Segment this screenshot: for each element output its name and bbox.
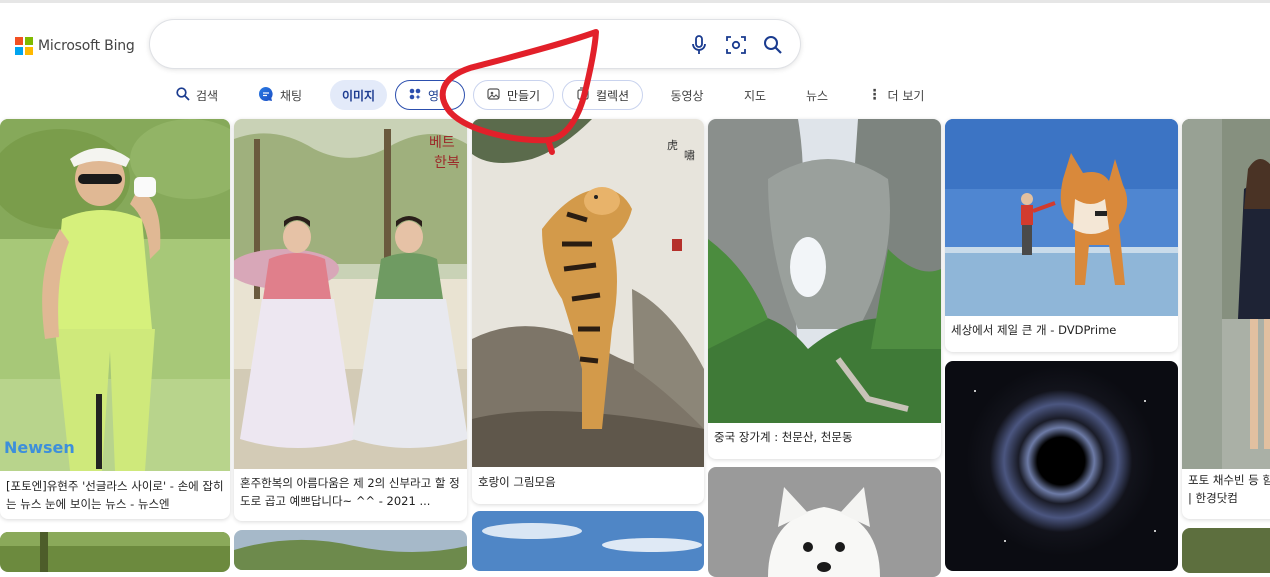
watermark-text: Newsen <box>4 438 75 457</box>
image-result-12[interactable] <box>1182 528 1270 573</box>
image-result-7[interactable] <box>0 532 230 572</box>
tab-images[interactable]: 이미지 <box>330 80 387 110</box>
result-caption[interactable]: 호랑이 그림모음 <box>478 473 698 491</box>
image-result-6[interactable]: 포토 채수빈 등 함 | 한경닷컴 <box>1182 119 1270 519</box>
result-image[interactable] <box>945 119 1178 316</box>
nav-tabs: 검색 채팅 이미지 영 만들기 컬렉션 동영상 지도 뉴스 ⋮ 더 보기 <box>0 78 1270 112</box>
tab-label: 동영상 <box>670 88 704 103</box>
result-image[interactable]: 虎 嘯 <box>472 119 704 467</box>
svg-text:한복: 한복 <box>434 155 460 171</box>
tab-search[interactable]: 검색 <box>170 80 224 110</box>
search-icon[interactable] <box>762 34 784 56</box>
svg-text:베트: 베트 <box>429 135 455 151</box>
image-result-11[interactable] <box>945 361 1178 571</box>
create-image-icon <box>487 87 501 104</box>
tab-label: 지도 <box>743 88 767 103</box>
result-caption[interactable]: 세상에서 제일 큰 개 - DVDPrime <box>951 321 1172 339</box>
brand-name: Microsoft Bing <box>38 38 135 54</box>
image-result-4[interactable]: 중국 장가계 : 천문산, 천문동 <box>708 119 941 459</box>
tab-label: 이미지 <box>341 88 376 103</box>
image-result-10[interactable] <box>708 467 941 577</box>
tab-sparkle[interactable]: 영 <box>395 80 465 110</box>
search-icon <box>176 86 190 104</box>
top-border <box>0 0 1270 3</box>
image-result-9[interactable] <box>472 511 704 571</box>
tab-label: 영 <box>428 88 440 103</box>
tab-label: 더 보기 <box>887 88 925 103</box>
image-result-2[interactable]: 베트 한복 혼주한복의 아름다움은 제 2의 신부라고 할 정도로 곱고 예쁘답… <box>234 119 467 521</box>
result-caption[interactable]: 포토 채수빈 등 함 | 한경닷컴 <box>1188 471 1270 507</box>
more-vertical-icon: ⋮ <box>867 87 882 103</box>
image-result-5[interactable]: 세상에서 제일 큰 개 - DVDPrime <box>945 119 1178 352</box>
result-caption[interactable]: [포토엔]유현주 '선글라스 사이로' - 손에 잡히는 뉴스 눈에 보이는 뉴… <box>6 477 224 513</box>
result-image[interactable] <box>708 119 941 423</box>
bing-logo[interactable]: Microsoft Bing <box>15 37 135 55</box>
microphone-icon[interactable] <box>688 34 710 56</box>
tab-label: 검색 <box>195 88 219 103</box>
tab-chat[interactable]: 채팅 <box>253 80 307 110</box>
result-image[interactable]: 베트 한복 <box>234 119 467 469</box>
result-image[interactable]: Newsen <box>0 119 230 471</box>
collection-icon <box>576 86 590 104</box>
svg-text:虎: 虎 <box>667 139 678 152</box>
image-result-3[interactable]: 虎 嘯 호랑이 그림모음 <box>472 119 704 504</box>
tab-label: 컬렉션 <box>595 88 630 103</box>
tab-label: 만들기 <box>506 88 541 103</box>
svg-text:嘯: 嘯 <box>684 148 695 162</box>
result-caption[interactable]: 혼주한복의 아름다움은 제 2의 신부라고 할 정도로 곱고 예쁘답니다~ ^^… <box>240 474 461 510</box>
tab-label: 채팅 <box>279 88 303 103</box>
visual-search-icon[interactable] <box>725 34 747 56</box>
search-box[interactable] <box>150 20 800 68</box>
tab-label: 뉴스 <box>805 88 829 103</box>
chat-bubble-icon <box>258 86 274 105</box>
tab-create[interactable]: 만들기 <box>473 80 554 110</box>
image-result-1[interactable]: Newsen [포토엔]유현주 '선글라스 사이로' - 손에 잡히는 뉴스 눈… <box>0 119 230 519</box>
tab-news[interactable]: 뉴스 <box>799 80 835 110</box>
result-caption[interactable]: 중국 장가계 : 천문산, 천문동 <box>714 428 935 446</box>
tab-videos[interactable]: 동영상 <box>664 80 710 110</box>
sparkle-icon <box>408 87 422 104</box>
tab-maps[interactable]: 지도 <box>737 80 773 110</box>
result-image[interactable] <box>1182 119 1270 469</box>
image-result-8[interactable] <box>234 530 467 570</box>
tab-more[interactable]: ⋮ 더 보기 <box>866 80 926 110</box>
search-input[interactable] <box>172 32 696 58</box>
tab-collections[interactable]: 컬렉션 <box>562 80 643 110</box>
microsoft-logo-icon <box>15 37 33 55</box>
